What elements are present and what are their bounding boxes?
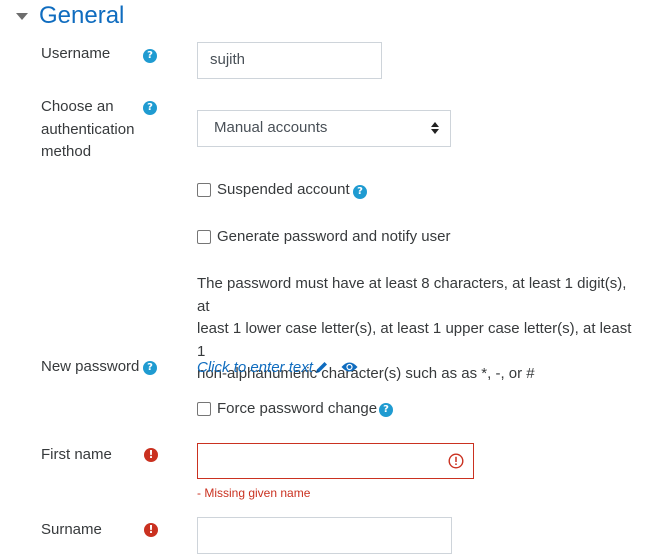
auth-method-help-icon[interactable]: ? bbox=[143, 101, 157, 115]
first-name-input[interactable] bbox=[197, 443, 474, 479]
username-help-icon[interactable]: ? bbox=[143, 49, 157, 63]
eye-icon[interactable] bbox=[341, 361, 358, 373]
auth-method-selected: Manual accounts bbox=[214, 119, 328, 136]
error-circle-icon bbox=[448, 453, 464, 469]
auth-method-select[interactable]: Manual accounts bbox=[197, 110, 451, 147]
force-password-change-label[interactable]: Force password change bbox=[217, 400, 377, 417]
pencil-icon[interactable] bbox=[314, 360, 329, 375]
auth-method-label-line: method bbox=[41, 143, 92, 160]
username-label: Username bbox=[41, 45, 111, 62]
first-name-error: - Missing given name bbox=[197, 486, 311, 500]
password-policy-line: The password must have at least 8 charac… bbox=[197, 275, 627, 315]
force-password-change-checkbox[interactable] bbox=[197, 402, 211, 416]
suspended-checkbox[interactable] bbox=[197, 183, 211, 197]
username-input[interactable]: sujith bbox=[197, 42, 382, 79]
section-title: General bbox=[39, 2, 125, 29]
required-icon: ! bbox=[144, 523, 158, 537]
auth-method-label-line: Choose an bbox=[41, 98, 114, 115]
first-name-label: First name bbox=[41, 446, 112, 463]
collapse-caret-icon[interactable] bbox=[16, 12, 28, 20]
generate-password-checkbox[interactable] bbox=[197, 230, 211, 244]
new-password-help-icon[interactable]: ? bbox=[143, 361, 157, 375]
auth-method-label-line: authentication bbox=[41, 120, 135, 138]
required-icon: ! bbox=[144, 448, 158, 462]
suspended-help-icon[interactable]: ? bbox=[353, 185, 367, 199]
auth-method-label: Choose an authentication method bbox=[41, 96, 134, 164]
section-header-general[interactable]: General bbox=[16, 2, 124, 30]
generate-password-label[interactable]: Generate password and notify user bbox=[217, 228, 450, 245]
new-password-edit-link[interactable]: Click to enter text bbox=[197, 359, 313, 376]
surname-label: Surname bbox=[41, 521, 102, 538]
password-policy-line: least 1 lower case letter(s), at least 1… bbox=[197, 320, 632, 360]
force-password-change-help-icon[interactable]: ? bbox=[379, 403, 393, 417]
new-password-label: New password bbox=[41, 358, 140, 375]
select-arrows-icon bbox=[431, 122, 439, 136]
suspended-label[interactable]: Suspended account bbox=[217, 181, 350, 198]
